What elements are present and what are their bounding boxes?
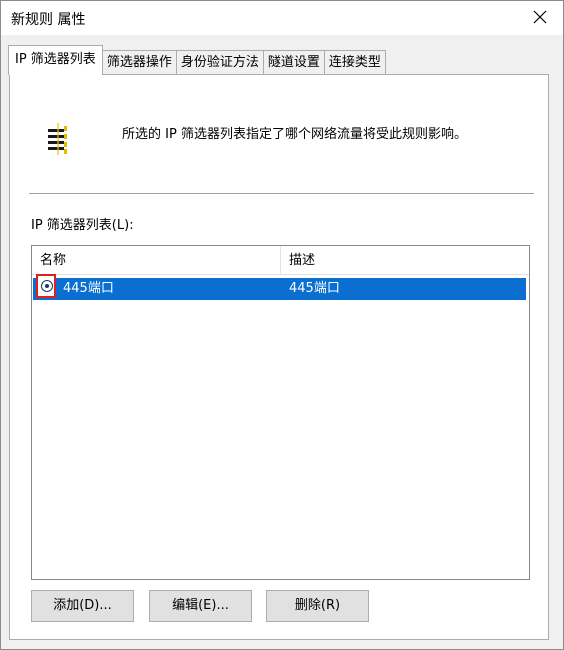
filter-list-label: IP 筛选器列表(L): [31, 218, 134, 233]
edit-button[interactable]: 编辑(E)... [149, 590, 252, 622]
row-name: 445端口 [63, 281, 114, 296]
column-header-description[interactable]: 描述 [281, 246, 315, 274]
row-description: 445端口 [289, 281, 340, 296]
filter-listview[interactable]: 名称 描述 445端口 445端口 [31, 245, 530, 580]
tab-filter-action[interactable]: 筛选器操作 [101, 50, 177, 75]
properties-dialog: 新规则 属性 IP 筛选器列表 筛选器操作 身份验证方法 隧道设置 连接类型 所… [0, 0, 564, 650]
close-button[interactable] [525, 3, 555, 31]
window-title: 新规则 属性 [11, 12, 86, 28]
close-icon [533, 10, 547, 24]
highlight-box [36, 274, 56, 298]
tab-authentication-methods[interactable]: 身份验证方法 [175, 50, 264, 75]
list-item[interactable]: 445端口 445端口 [33, 274, 526, 300]
add-button[interactable]: 添加(D)... [31, 590, 134, 622]
tab-panel: 所选的 IP 筛选器列表指定了哪个网络流量将受此规则影响。 IP 筛选器列表(L… [9, 74, 549, 640]
delete-button[interactable]: 删除(R) [266, 590, 369, 622]
tab-connection-type[interactable]: 连接类型 [323, 50, 386, 75]
radio-selected-icon[interactable] [41, 280, 53, 292]
separator [29, 193, 534, 194]
title-bar: 新规则 属性 [1, 1, 563, 35]
filter-list-icon [48, 123, 67, 155]
column-header-name[interactable]: 名称 [32, 246, 281, 274]
tab-tunnel-settings[interactable]: 隧道设置 [262, 50, 325, 75]
info-description: 所选的 IP 筛选器列表指定了哪个网络流量将受此规则影响。 [122, 127, 467, 142]
list-header: 名称 描述 [32, 246, 529, 275]
tab-strip: IP 筛选器列表 筛选器操作 身份验证方法 隧道设置 连接类型 [8, 45, 386, 75]
tab-ip-filter-list[interactable]: IP 筛选器列表 [8, 45, 103, 75]
